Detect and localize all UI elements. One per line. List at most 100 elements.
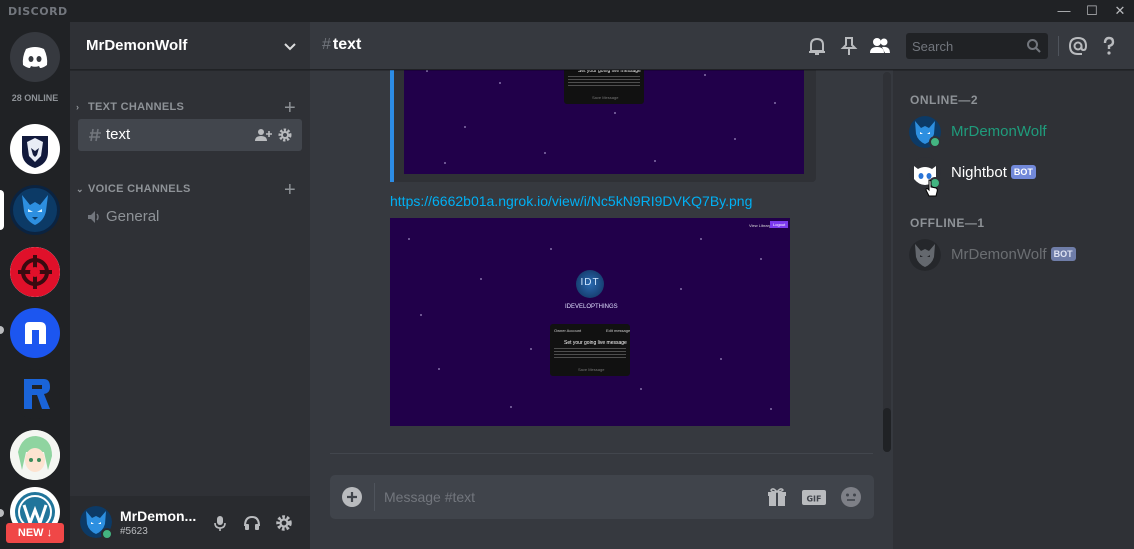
server-n[interactable] xyxy=(10,308,60,358)
scrollbar[interactable] xyxy=(883,72,891,452)
settings-gear-icon[interactable] xyxy=(275,514,293,532)
headphones-icon[interactable] xyxy=(243,514,261,532)
search-bar[interactable] xyxy=(906,33,1048,59)
server-wolf-shield[interactable] xyxy=(10,124,60,174)
message-link[interactable]: https://6662b01a.ngrok.io/view/i/Nc5kN9R… xyxy=(390,193,752,209)
channel-text[interactable]: text xyxy=(78,119,302,151)
channel-name: text xyxy=(106,126,131,143)
chevron-down-icon xyxy=(284,43,296,51)
chat-area: # text Search Set your going live messag… xyxy=(310,22,1134,549)
bot-badge: BOT xyxy=(1050,247,1076,261)
microphone-icon[interactable] xyxy=(211,514,229,532)
hand-pointer-cursor-icon xyxy=(925,179,938,197)
caret-down-icon: ⌄ xyxy=(76,184,84,194)
speaker-icon xyxy=(88,211,99,223)
wolf-shield-icon xyxy=(22,136,48,168)
minimize-button[interactable]: — xyxy=(1050,0,1078,22)
guild-header[interactable]: MrDemonWolf xyxy=(70,22,310,70)
embed-image[interactable]: Owner Account Edit message Set your goin… xyxy=(404,52,804,174)
embed-image-preview[interactable]: View Library Logout IDT IDEVELOPTHINGS O… xyxy=(390,218,790,426)
unread-indicator xyxy=(0,509,4,517)
letter-r-icon xyxy=(24,379,50,409)
online-heading: ONLINE—2 xyxy=(910,93,979,107)
member-name-text: Nightbot xyxy=(951,164,1007,181)
preview-card: Owner Account Edit message Set your goin… xyxy=(550,324,630,376)
user-panel: MrDemon... #5623 xyxy=(70,496,310,549)
member-name-text: MrDemonWolf xyxy=(951,246,1047,263)
emoji-icon[interactable] xyxy=(840,486,862,508)
caret-down-icon: › xyxy=(76,102,80,112)
text-channel-locked-icon xyxy=(89,128,101,142)
search-icon xyxy=(1027,39,1041,53)
preview-card-footer: Save Message xyxy=(592,95,619,100)
preview-nav-library: View Library xyxy=(749,223,771,228)
member-name: Nightbot BOT xyxy=(951,164,1036,181)
offline-heading: OFFLINE—1 xyxy=(910,216,985,230)
upload-plus-icon[interactable] xyxy=(341,486,363,508)
header-divider xyxy=(1058,36,1059,56)
bell-icon[interactable] xyxy=(806,35,828,57)
category-text-channels[interactable]: › TEXT CHANNELS + xyxy=(76,97,304,119)
gear-icon[interactable] xyxy=(277,127,293,143)
message-composer: GIF xyxy=(330,475,874,519)
bot-badge: BOT xyxy=(1010,165,1036,179)
member-list-icon[interactable] xyxy=(869,35,891,57)
member-item[interactable]: MrDemonWolf xyxy=(901,112,1126,152)
server-r[interactable] xyxy=(10,369,60,419)
channel-title: # text xyxy=(322,36,361,54)
gif-icon[interactable]: GIF xyxy=(801,486,827,508)
online-count: 28 ONLINE xyxy=(11,93,59,103)
preview-card-footer: Save Message xyxy=(578,367,605,372)
gift-icon[interactable] xyxy=(766,486,788,508)
app-logo: DISCORD xyxy=(8,5,68,18)
search-input[interactable] xyxy=(912,37,1022,55)
member-item[interactable]: MrDemonWolf BOT xyxy=(901,235,1126,275)
composer-divider xyxy=(330,453,873,454)
username: MrDemon... xyxy=(120,508,196,524)
svg-text:GIF: GIF xyxy=(806,495,821,504)
channel-name: General xyxy=(106,208,160,225)
preview-brand: IDEVELOPTHINGS xyxy=(565,304,618,310)
server-anime[interactable] xyxy=(10,430,60,480)
add-channel-icon[interactable]: + xyxy=(284,179,296,202)
server-mrdemonwolf[interactable] xyxy=(10,185,60,235)
channel-title-text: text xyxy=(332,36,362,53)
member-list: ONLINE—2 MrDemonWolf Nightbot BOT OFFLIN… xyxy=(893,70,1134,549)
close-button[interactable]: ✕ xyxy=(1106,0,1134,22)
message-input[interactable] xyxy=(384,487,684,507)
home-button[interactable] xyxy=(10,32,60,82)
wolf-blue-icon xyxy=(13,188,57,232)
guild-name: MrDemonWolf xyxy=(86,37,188,54)
maximize-button[interactable]: ☐ xyxy=(1078,0,1106,22)
server-crosshair[interactable] xyxy=(10,247,60,297)
preview-logo-text: IDT xyxy=(580,277,600,288)
discord-logo-icon xyxy=(22,47,48,68)
hash-icon: # xyxy=(322,36,331,53)
preview-card-tag: Edit message xyxy=(606,328,631,333)
channel-general[interactable]: General xyxy=(78,201,302,233)
online-status-icon xyxy=(929,136,941,148)
member-name: MrDemonWolf xyxy=(951,123,1047,140)
user-tag: #5623 xyxy=(120,526,148,537)
add-channel-icon[interactable]: + xyxy=(284,97,296,120)
anime-avatar-icon xyxy=(10,430,60,480)
unread-indicator xyxy=(0,326,4,334)
member-name: MrDemonWolf BOT xyxy=(951,246,1076,263)
invite-icon[interactable] xyxy=(254,127,272,143)
pin-icon[interactable] xyxy=(838,35,860,57)
server-list: 28 ONLINE NEW ↓ xyxy=(0,22,70,549)
preview-logo: IDT xyxy=(576,270,604,298)
scrollbar-thumb[interactable] xyxy=(883,408,891,452)
channel-header: # text xyxy=(310,22,1134,70)
member-item[interactable]: Nightbot BOT xyxy=(901,153,1126,197)
avatar xyxy=(909,239,941,271)
new-mentions-badge[interactable]: NEW ↓ xyxy=(6,523,64,543)
category-label: VOICE CHANNELS xyxy=(88,183,191,195)
mentions-icon[interactable] xyxy=(1067,35,1089,57)
help-icon[interactable] xyxy=(1098,35,1120,57)
preview-nav-logout: Logout xyxy=(770,221,789,228)
preview-card-user: Owner Account xyxy=(554,328,582,333)
letter-n-icon xyxy=(25,322,46,344)
category-voice-channels[interactable]: ⌄ VOICE CHANNELS + xyxy=(76,179,304,201)
wolf-grey-avatar-icon xyxy=(909,239,941,271)
